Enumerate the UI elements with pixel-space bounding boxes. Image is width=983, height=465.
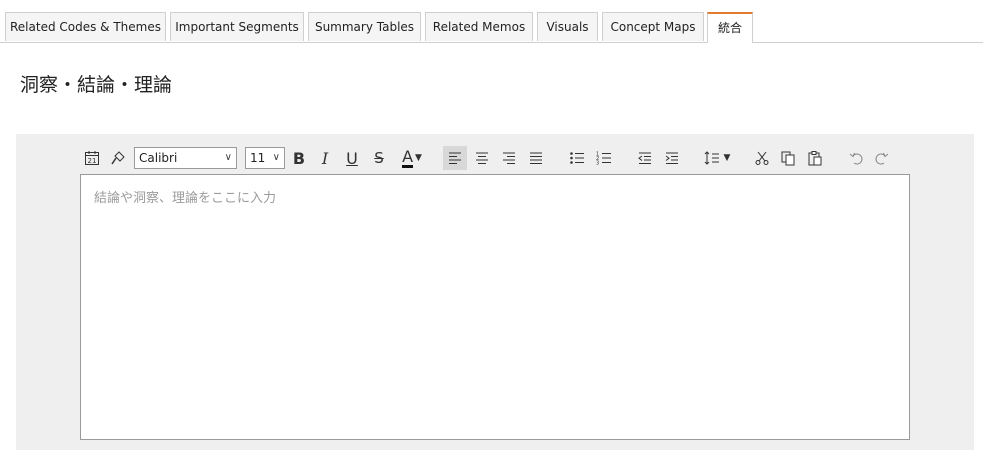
bold-button[interactable]: B bbox=[289, 146, 309, 170]
insert-date-icon[interactable]: 21 bbox=[81, 146, 103, 170]
redo-icon[interactable] bbox=[871, 146, 893, 170]
font-family-value: Calibri bbox=[139, 151, 178, 165]
tab-related-codes-themes[interactable]: Related Codes & Themes bbox=[5, 12, 166, 41]
italic-button[interactable]: I bbox=[315, 146, 335, 170]
align-left-icon[interactable] bbox=[443, 146, 467, 170]
underline-button[interactable]: U bbox=[342, 146, 362, 170]
tab-summary-tables[interactable]: Summary Tables bbox=[308, 12, 421, 41]
chevron-down-icon: ∨ bbox=[272, 152, 280, 163]
cut-icon[interactable] bbox=[751, 146, 773, 170]
font-size-select[interactable]: 11 ∨ bbox=[245, 147, 285, 169]
svg-text:21: 21 bbox=[88, 157, 97, 165]
font-color-button[interactable]: A ▼ bbox=[397, 146, 427, 170]
bullet-list-icon[interactable] bbox=[566, 146, 588, 170]
undo-icon[interactable] bbox=[845, 146, 867, 170]
editor-placeholder: 結論や洞察、理論をここに入力 bbox=[94, 191, 277, 206]
strikethrough-button[interactable]: S bbox=[369, 146, 389, 170]
caret-down-icon: ▼ bbox=[415, 153, 422, 163]
outdent-icon[interactable] bbox=[634, 146, 656, 170]
chevron-down-icon: ∨ bbox=[224, 152, 232, 163]
align-right-icon[interactable] bbox=[498, 146, 520, 170]
copy-icon[interactable] bbox=[777, 146, 799, 170]
editor-textarea[interactable]: 結論や洞察、理論をここに入力 bbox=[80, 174, 910, 440]
format-painter-icon[interactable] bbox=[107, 146, 129, 170]
caret-down-icon: ▼ bbox=[723, 153, 731, 163]
tab-bar: Related Codes & Themes Important Segment… bbox=[0, 0, 983, 43]
tab-concept-maps[interactable]: Concept Maps bbox=[602, 12, 704, 41]
align-center-icon[interactable] bbox=[471, 146, 493, 170]
align-justify-icon[interactable] bbox=[525, 146, 547, 170]
tab-related-memos[interactable]: Related Memos bbox=[425, 12, 533, 41]
indent-icon[interactable] bbox=[661, 146, 683, 170]
editor-toolbar: 21 Calibri ∨ 11 ∨ B I U S A ▼ 123 ▼ bbox=[81, 146, 911, 170]
numbered-list-icon[interactable]: 123 bbox=[593, 146, 615, 170]
tab-integration[interactable]: 統合 bbox=[707, 12, 753, 43]
line-height-icon[interactable]: ▼ bbox=[701, 146, 733, 170]
tab-visuals[interactable]: Visuals bbox=[537, 12, 598, 41]
page-title: 洞察・結論・理論 bbox=[20, 74, 173, 96]
tab-important-segments[interactable]: Important Segments bbox=[170, 12, 304, 41]
paste-icon[interactable] bbox=[804, 146, 826, 170]
font-family-select[interactable]: Calibri ∨ bbox=[134, 147, 237, 169]
font-size-value: 11 bbox=[250, 151, 266, 165]
font-color-icon: A bbox=[402, 146, 414, 168]
svg-text:3: 3 bbox=[596, 161, 599, 166]
